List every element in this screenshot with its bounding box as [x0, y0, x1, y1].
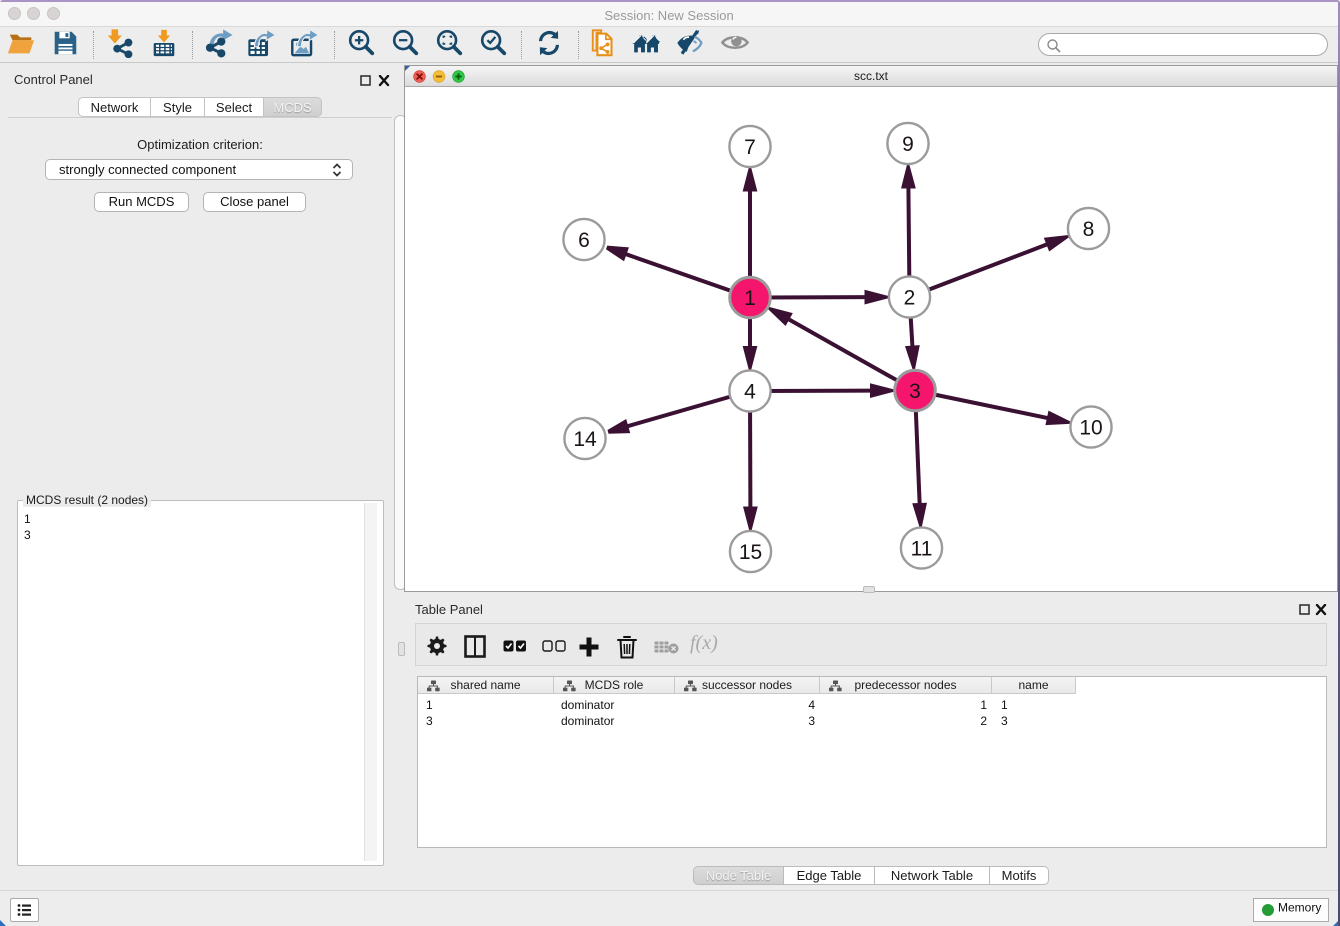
svg-text:9: 9: [902, 133, 914, 156]
svg-text:14: 14: [573, 428, 597, 451]
svg-text:4: 4: [744, 381, 756, 404]
svg-text:15: 15: [739, 541, 762, 564]
svg-text:7: 7: [744, 136, 756, 159]
svg-text:3: 3: [909, 380, 921, 403]
svg-text:1: 1: [744, 287, 756, 310]
svg-text:6: 6: [578, 229, 590, 252]
svg-text:8: 8: [1083, 218, 1095, 241]
svg-text:11: 11: [911, 538, 933, 561]
svg-text:10: 10: [1079, 417, 1102, 440]
svg-text:2: 2: [904, 287, 916, 310]
